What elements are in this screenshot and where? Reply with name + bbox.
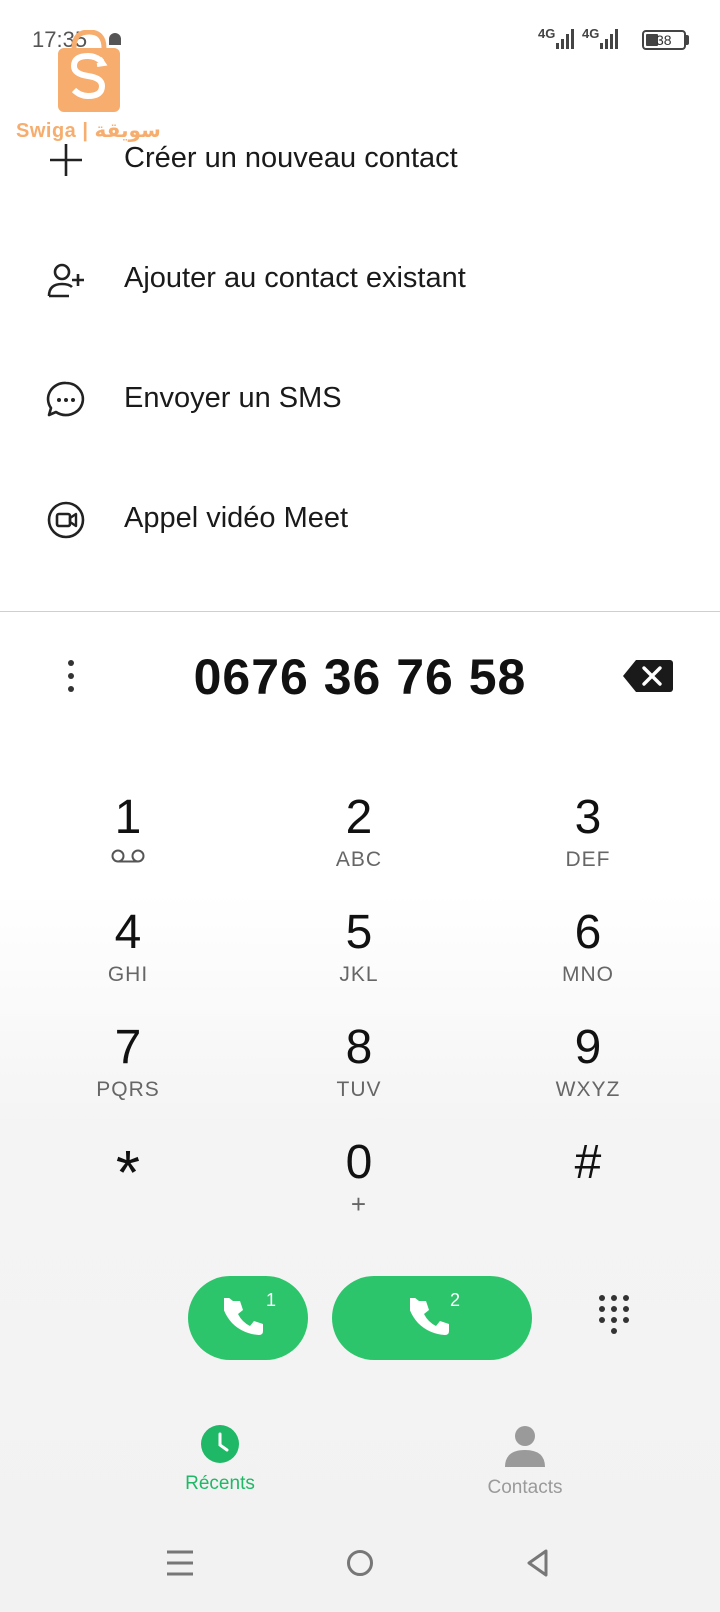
key-digit: *: [115, 1139, 141, 1208]
message-icon: [46, 381, 85, 417]
key-digit: 5: [345, 906, 373, 959]
battery-level: 38: [656, 32, 672, 48]
call-sim1-button[interactable]: 1: [188, 1276, 308, 1360]
send-sms-action[interactable]: Envoyer un SMS: [0, 360, 720, 440]
key-digit: 7: [114, 1021, 142, 1074]
person-icon: [505, 1426, 545, 1467]
key-1[interactable]: 1: [53, 790, 203, 890]
signal-icon-1: [556, 29, 574, 49]
key-letters: +: [350, 1189, 368, 1219]
meet-video-call-label: Appel vidéo Meet: [124, 502, 349, 534]
phone-icon: [224, 1298, 263, 1335]
clock-icon: [201, 1425, 239, 1463]
key-letters: WXYZ: [555, 1078, 621, 1101]
key-digit: 9: [574, 1021, 602, 1074]
key-9[interactable]: 9 WXYZ: [513, 1020, 663, 1120]
key-letters: ABC: [335, 848, 383, 871]
dialed-number[interactable]: 0676 36 76 58: [150, 648, 570, 706]
add-to-existing-contact-label: Ajouter au contact existant: [124, 262, 466, 294]
key-digit: 2: [345, 791, 373, 844]
sim-number: 1: [266, 1290, 277, 1310]
swiga-logo-icon: [58, 30, 120, 112]
key-digit: #: [574, 1136, 602, 1189]
battery-tip: [686, 35, 689, 45]
key-digit: 8: [345, 1021, 373, 1074]
key-digit: 3: [574, 791, 602, 844]
menu-icon[interactable]: [166, 1548, 194, 1578]
meet-video-call-action[interactable]: Appel vidéo Meet: [0, 480, 720, 560]
key-hash[interactable]: #: [513, 1135, 663, 1235]
key-digit: 1: [114, 791, 142, 844]
nav-contacts-label: Contacts: [487, 1477, 563, 1498]
plus-icon: [50, 144, 82, 176]
key-digit: 6: [574, 906, 602, 959]
key-letters: DEF: [565, 848, 611, 871]
phone-icon: [410, 1298, 449, 1335]
create-contact-action[interactable]: Créer un nouveau contact: [0, 120, 720, 200]
key-6[interactable]: 6 MNO: [513, 905, 663, 1005]
call-sim2-button[interactable]: 2: [332, 1276, 532, 1360]
more-options-icon[interactable]: [58, 656, 84, 696]
key-digit: 0: [345, 1136, 373, 1189]
network-type-1: 4G: [538, 26, 556, 41]
nav-contacts[interactable]: Contacts: [470, 1424, 580, 1499]
key-2[interactable]: 2 ABC: [284, 790, 434, 890]
network-type-2: 4G: [582, 26, 600, 41]
sim-number: 2: [450, 1290, 461, 1310]
key-letters: PQRS: [96, 1078, 160, 1101]
key-4[interactable]: 4 GHI: [53, 905, 203, 1005]
key-5[interactable]: 5 JKL: [284, 905, 434, 1005]
back-icon[interactable]: [526, 1548, 550, 1578]
key-0[interactable]: 0 +: [284, 1135, 434, 1235]
battery-icon: 38: [642, 30, 686, 50]
key-letters: JKL: [339, 963, 379, 986]
home-icon[interactable]: [346, 1548, 374, 1578]
key-8[interactable]: 8 TUV: [284, 1020, 434, 1120]
key-letters: TUV: [336, 1078, 382, 1101]
key-star[interactable]: *: [53, 1135, 203, 1235]
key-letters: MNO: [562, 963, 614, 986]
add-person-icon: [47, 263, 84, 298]
dialpad-icon[interactable]: [596, 1294, 636, 1342]
signal-icon-2: [600, 29, 618, 49]
add-to-existing-contact-action[interactable]: Ajouter au contact existant: [0, 240, 720, 320]
create-contact-label: Créer un nouveau contact: [124, 142, 458, 174]
send-sms-label: Envoyer un SMS: [124, 382, 342, 414]
voicemail-icon: [111, 849, 145, 863]
key-3[interactable]: 3 DEF: [513, 790, 663, 890]
key-7[interactable]: 7 PQRS: [53, 1020, 203, 1120]
backspace-icon[interactable]: [622, 658, 674, 694]
key-letters: GHI: [107, 963, 149, 986]
meet-video-icon: [47, 501, 85, 539]
nav-recents[interactable]: Récents: [160, 1424, 280, 1495]
key-digit: 4: [114, 906, 142, 959]
nav-recents-label: Récents: [185, 1473, 255, 1494]
